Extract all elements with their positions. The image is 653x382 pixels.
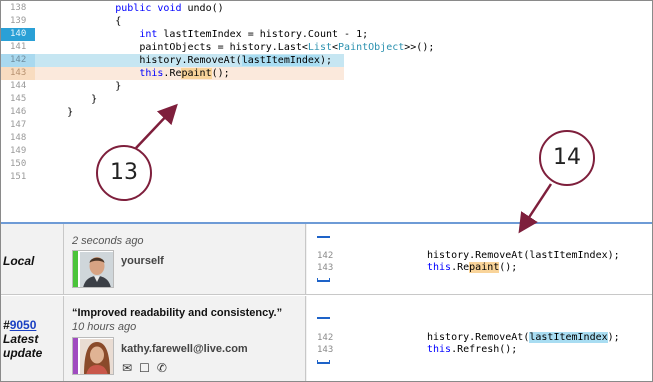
callout-arrow-13 <box>135 103 178 149</box>
window: 138 public void undo() 139 {140 int lastI… <box>0 0 653 382</box>
callout-bubble-13: 13 <box>96 145 152 201</box>
callout-bubble-14: 14 <box>539 130 595 186</box>
callout-arrow-14 <box>518 183 553 234</box>
callout-arrows <box>135 103 553 234</box>
